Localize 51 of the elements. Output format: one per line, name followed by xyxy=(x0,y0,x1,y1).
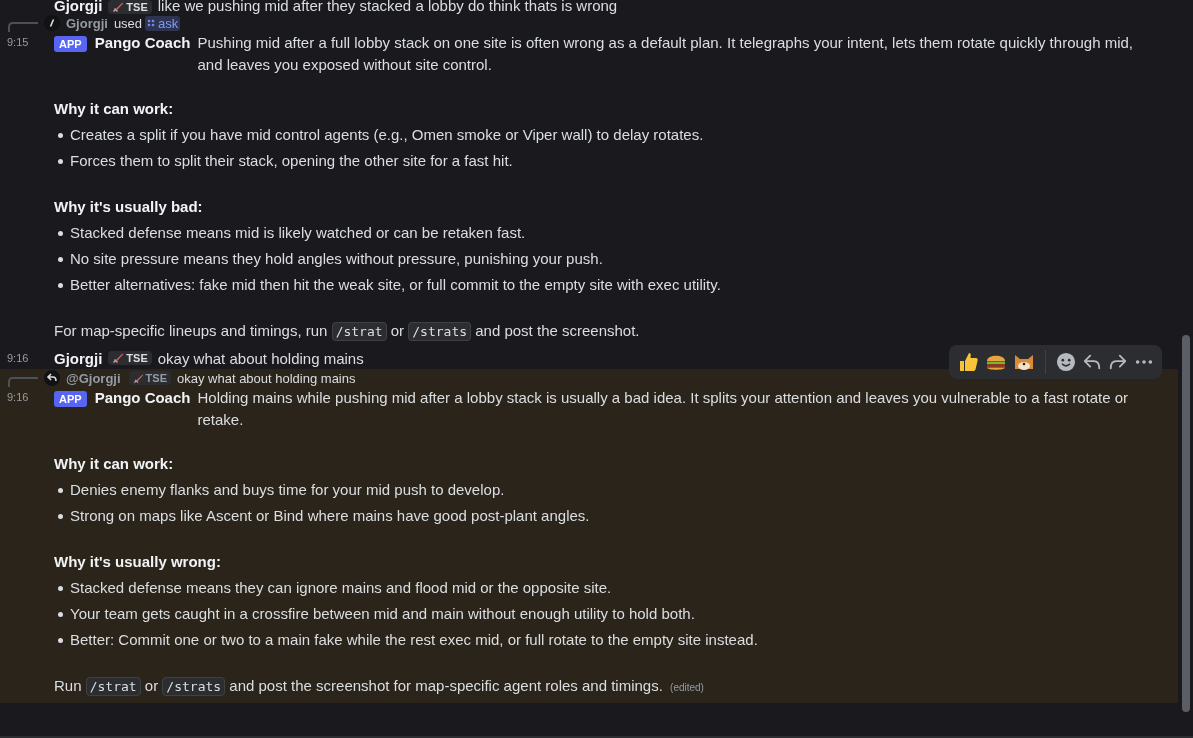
author-name[interactable]: Gjorgji xyxy=(54,349,103,367)
section-heading: Why it's usually bad: xyxy=(54,197,204,217)
timestamp: 9:16 xyxy=(7,390,30,405)
author-name[interactable]: Gjorgji xyxy=(54,0,103,14)
list-item: Your team gets caught in a crossfire between mid and main without enough utility to hold both. xyxy=(70,604,695,624)
list-item: Creates a split if you have mid control agents (e.g., Omen smoke or Viper wall) to delay rotates. xyxy=(70,125,704,145)
list-item: Forces them to split their stack, opening the other site for a fast hit. xyxy=(70,151,513,171)
timestamp: 9:15 xyxy=(7,35,30,50)
section-heading: Why it can work: xyxy=(54,454,175,474)
app-badge: APP xyxy=(54,36,87,52)
reply-author[interactable]: Gjorgji xyxy=(66,15,108,31)
message-text: Pushing mid after a full lobby stack on one site is often wrong as a default plan. It telegraphs your intent, lets them rotate quickly through mid, and leaves you exposed without site control. xyxy=(197,33,1134,75)
list-item: Denies enemy flanks and buys time for your mid push to develop. xyxy=(70,480,505,500)
section-heading: Why it's usually wrong: xyxy=(54,552,222,572)
list-item: Strong on maps like Ascent or Bind where mains have good post-plant angles. xyxy=(70,506,590,526)
list-item: Stacked defense means they can ignore mains and flood mid or the opposite site. xyxy=(70,578,612,598)
thumbs-up-icon[interactable] xyxy=(957,351,979,373)
role-tag: TSE xyxy=(108,351,152,365)
message-text: For map-specific lineups and timings, run /strat or /strats and post the screenshot. xyxy=(54,322,640,339)
message-text: Run /strat or /strats and post the screenshot for map-specific agent roles and timings. xyxy=(54,677,663,694)
reply-icon[interactable] xyxy=(1082,352,1102,372)
scrollbar[interactable] xyxy=(1182,335,1190,712)
sword-icon xyxy=(112,1,125,13)
reply-icon xyxy=(44,370,60,386)
message-text: Holding mains while pushing mid after a lobby stack is usually a bad idea. It splits your attention and leaves you vulnerable to a fast rotate or retake. xyxy=(197,388,1129,430)
reply-text: used xyxy=(113,15,143,31)
emoji-icon[interactable] xyxy=(1056,352,1076,372)
grid-icon xyxy=(147,19,156,27)
app-badge: APP xyxy=(54,391,87,407)
timestamp: 9:16 xyxy=(7,352,30,364)
command-link[interactable]: ask xyxy=(145,15,181,31)
message-text: okay what about holding mains xyxy=(157,349,364,367)
list-item: Better alternatives: fake mid then hit the weak site, or full commit to the empty site with exec utility. xyxy=(70,275,721,295)
list-item: Stacked defense means mid is likely watched or can be retaken fast. xyxy=(70,223,526,243)
author-name[interactable]: Pango Coach xyxy=(94,32,191,54)
sword-icon xyxy=(112,352,125,364)
reply-connector xyxy=(8,22,38,32)
message-text: like we pushing mid after they stacked a lobby do think thats is wrong xyxy=(157,0,618,14)
sword-icon xyxy=(132,372,144,384)
slash-command-icon xyxy=(44,15,60,31)
reply-author[interactable]: @Gjorgji xyxy=(66,370,121,386)
role-tag: TSE xyxy=(128,371,171,385)
role-tag: TSE xyxy=(108,0,152,14)
forward-icon[interactable] xyxy=(1108,352,1128,372)
list-item: No site pressure means they hold angles without pressure, punishing your push. xyxy=(70,249,603,269)
reply-connector xyxy=(8,377,38,387)
section-heading: Why it can work: xyxy=(54,99,175,119)
reply-text[interactable]: okay what about holding mains xyxy=(177,370,356,386)
author-name[interactable]: Pango Coach xyxy=(94,387,191,409)
list-item: Better: Commit one or two to a main fake while the rest exec mid, or full rotate to the empty site instead. xyxy=(70,630,758,650)
edited-label: (edited) xyxy=(670,682,704,693)
